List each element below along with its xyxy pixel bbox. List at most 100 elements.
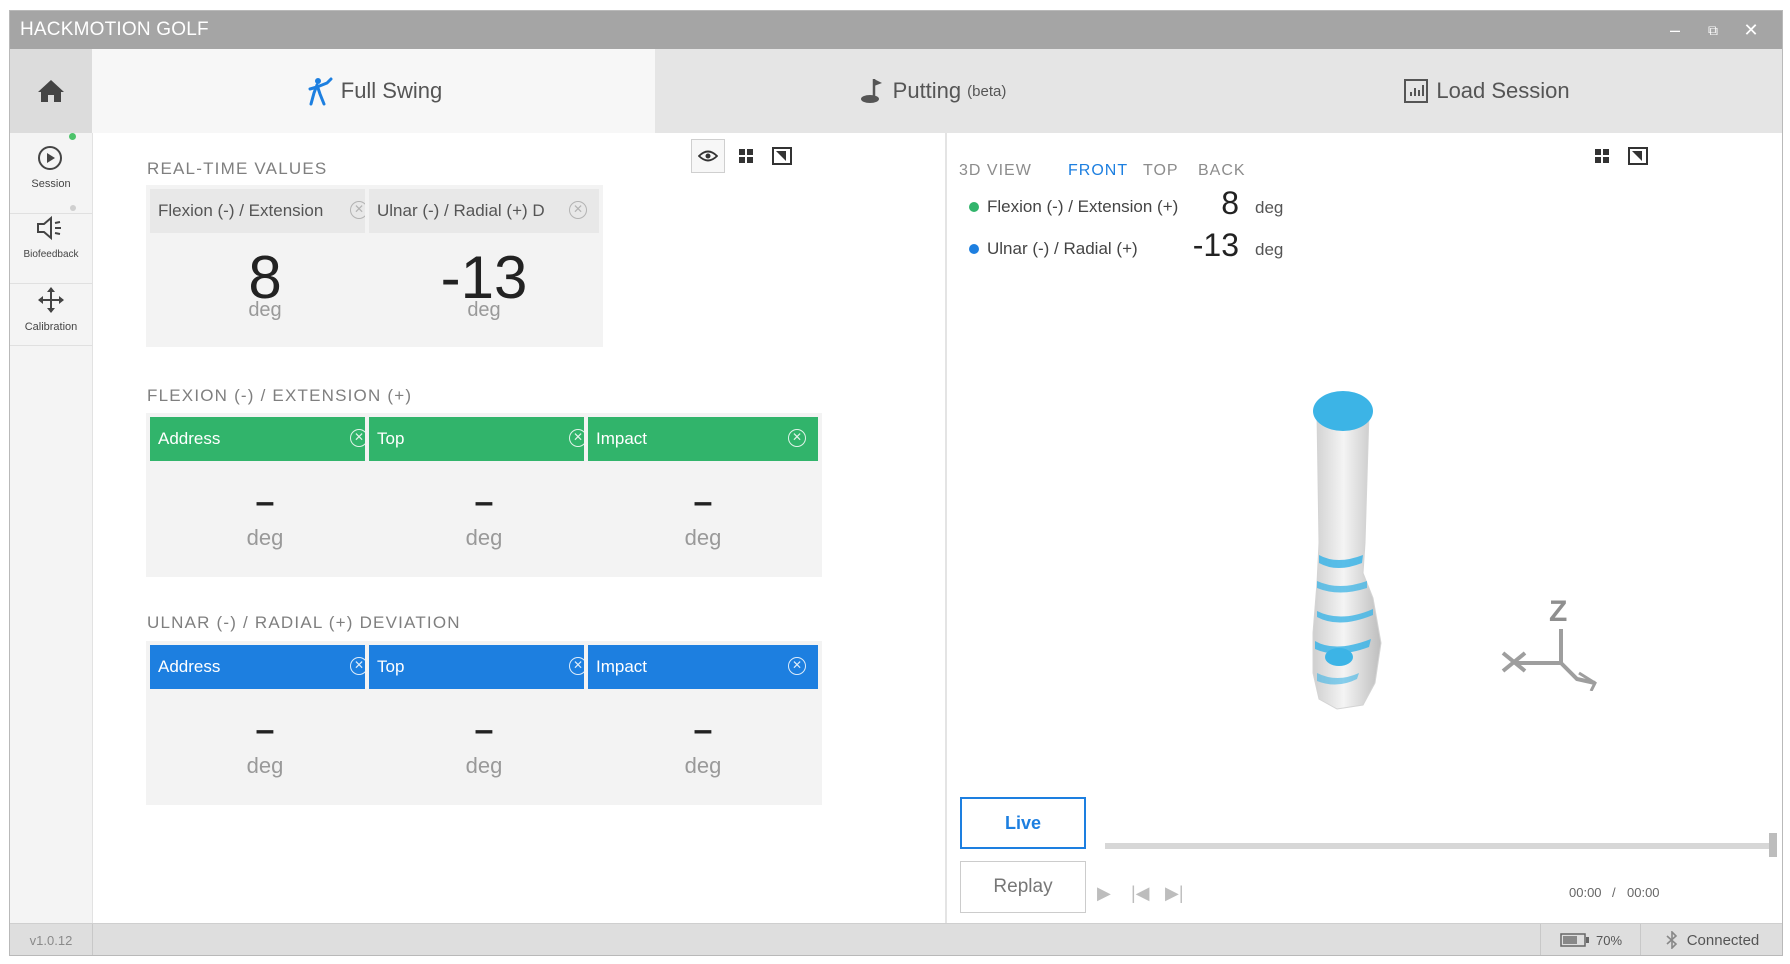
biofeedback-status-indicator bbox=[70, 205, 76, 211]
flexion-card-top: Top ✕ – deg bbox=[365, 413, 603, 577]
realtime-card-ulnar: Ulnar (-) / Radial (+) D ✕ -13 deg bbox=[365, 185, 603, 347]
title-bar: HACKMOTION GOLF – ⧉ ✕ bbox=[10, 11, 1782, 49]
home-icon bbox=[38, 80, 64, 102]
card-value: – bbox=[474, 483, 494, 521]
card-title: Address bbox=[158, 657, 221, 676]
unit-label: deg bbox=[467, 299, 501, 321]
card-value: – bbox=[255, 483, 275, 521]
view3d-panel: 3D VIEW FRONT TOP BACK Flexion (-) / Ext… bbox=[947, 133, 1782, 923]
axis-gizmo: Z bbox=[1501, 595, 1597, 691]
minimize-button[interactable]: – bbox=[1662, 17, 1688, 43]
home-button[interactable] bbox=[10, 49, 92, 133]
unit-label: deg bbox=[246, 753, 284, 778]
close-icon[interactable]: ✕ bbox=[788, 657, 806, 675]
sidebar-item-biofeedback[interactable]: Biofeedback bbox=[10, 203, 92, 284]
realtime-card-flexion: Flexion (-) / Extension ✕ 8 deg bbox=[146, 185, 384, 347]
flexion-card-address: Address ✕ – deg bbox=[146, 413, 384, 577]
ulnar-card-impact: Impact ✕ – deg bbox=[584, 641, 822, 805]
view-tab-front[interactable]: FRONT bbox=[1068, 162, 1128, 180]
realtime-section-title: REAL-TIME VALUES bbox=[147, 159, 328, 178]
play-circle-icon bbox=[38, 146, 62, 170]
battery-icon bbox=[1560, 933, 1589, 947]
move-arrows-icon bbox=[38, 287, 64, 313]
unit-label: deg bbox=[684, 753, 722, 778]
expand-icon bbox=[1628, 147, 1648, 165]
expand-icon bbox=[772, 147, 792, 165]
sidebar-item-label: Biofeedback bbox=[23, 249, 79, 260]
flexion-section-title: FLEXION (-) / EXTENSION (+) bbox=[147, 386, 413, 405]
view3d-title: 3D VIEW bbox=[959, 162, 1032, 179]
skip-forward-icon[interactable]: ▶| bbox=[1165, 883, 1184, 904]
card-title: Flexion (-) / Extension bbox=[158, 201, 324, 220]
ulnar-card-top: Top ✕ – deg bbox=[365, 641, 603, 805]
replay-button[interactable]: Replay bbox=[960, 861, 1086, 913]
close-button[interactable]: ✕ bbox=[1738, 17, 1764, 43]
putter-icon bbox=[859, 77, 887, 105]
battery-percent: 70% bbox=[1595, 932, 1623, 948]
close-icon[interactable]: ✕ bbox=[569, 201, 587, 219]
connection-status: Connected bbox=[1640, 924, 1782, 955]
sidebar-item-label: Session bbox=[31, 178, 71, 190]
grid-icon bbox=[739, 149, 753, 163]
expand-button[interactable] bbox=[765, 139, 799, 173]
skip-back-icon[interactable]: |◀ bbox=[1131, 883, 1150, 904]
tab-full-swing-label: Full Swing bbox=[340, 78, 443, 103]
grid-icon bbox=[1595, 149, 1609, 163]
restore-button[interactable]: ⧉ bbox=[1700, 17, 1726, 43]
values-panel: REAL-TIME VALUES Flexion (-) / Extension… bbox=[93, 133, 947, 923]
play-icon[interactable]: ▶ bbox=[1097, 883, 1111, 904]
ulnar-card-address: Address ✕ – deg bbox=[146, 641, 384, 805]
eye-view-button[interactable] bbox=[691, 139, 725, 173]
card-value: – bbox=[255, 711, 275, 749]
playback-thumb[interactable] bbox=[1769, 833, 1777, 857]
close-icon[interactable]: ✕ bbox=[788, 429, 806, 447]
card-title: Impact bbox=[596, 429, 648, 448]
view-tab-back[interactable]: BACK bbox=[1198, 162, 1246, 180]
readout-unit: deg bbox=[1255, 240, 1284, 259]
status-bar: v1.0.12 70% Connected bbox=[10, 923, 1782, 955]
card-value: – bbox=[474, 711, 494, 749]
tab-load-session[interactable]: Load Session bbox=[1210, 49, 1762, 133]
eye-icon bbox=[698, 150, 718, 162]
axis-z-label: Z bbox=[1549, 595, 1567, 628]
ulnar-section-title: ULNAR (-) / RADIAL (+) DEVIATION bbox=[147, 613, 461, 632]
card-header: Impact ✕ bbox=[588, 417, 818, 461]
sidebar-item-calibration[interactable]: Calibration bbox=[10, 273, 92, 346]
card-title: Ulnar (-) / Radial (+) D bbox=[377, 201, 545, 220]
speaker-icon bbox=[37, 215, 61, 241]
session-status-indicator bbox=[69, 133, 76, 140]
tab-putting[interactable]: Putting (beta) bbox=[655, 49, 1210, 133]
expand-button-3d[interactable] bbox=[1621, 139, 1655, 173]
playback-track[interactable] bbox=[1105, 843, 1777, 849]
card-value: – bbox=[693, 483, 713, 521]
unit-label: deg bbox=[465, 525, 503, 550]
battery-status: 70% bbox=[1540, 924, 1641, 955]
time-current: 00:00 bbox=[1569, 885, 1602, 900]
tab-putting-label: Putting bbox=[892, 78, 962, 103]
card-title: Address bbox=[158, 429, 221, 448]
flexion-card-impact: Impact ✕ – deg bbox=[584, 413, 822, 577]
view-tab-top[interactable]: TOP bbox=[1143, 162, 1179, 180]
readout-unit: deg bbox=[1255, 198, 1284, 217]
card-header: Flexion (-) / Extension ✕ bbox=[150, 189, 380, 233]
tab-full-swing[interactable]: Full Swing bbox=[92, 49, 655, 133]
version-label: v1.0.12 bbox=[10, 924, 93, 955]
grid-view-button[interactable] bbox=[729, 139, 763, 173]
tab-load-session-label: Load Session bbox=[1436, 78, 1570, 103]
live-button[interactable]: Live bbox=[960, 797, 1086, 849]
legend-dot bbox=[969, 244, 979, 254]
unit-label: deg bbox=[246, 525, 284, 550]
connection-label: Connected bbox=[1686, 931, 1760, 949]
unit-label: deg bbox=[248, 299, 282, 321]
time-total: 00:00 bbox=[1627, 885, 1660, 900]
readout-label: Ulnar (-) / Radial (+) bbox=[987, 239, 1138, 258]
grid-view-button-3d[interactable] bbox=[1585, 139, 1619, 173]
sidebar-item-session[interactable]: Session bbox=[10, 133, 92, 214]
tab-putting-suffix: (beta) bbox=[967, 82, 1007, 100]
readout-value: 8 bbox=[1221, 185, 1239, 221]
readout-value: -13 bbox=[1192, 227, 1239, 263]
unit-label: deg bbox=[684, 525, 722, 550]
app-title: HACKMOTION GOLF bbox=[20, 19, 209, 40]
app-window: HACKMOTION GOLF – ⧉ ✕ Full Swing Putting… bbox=[9, 10, 1783, 956]
card-header: Impact ✕ bbox=[588, 645, 818, 689]
